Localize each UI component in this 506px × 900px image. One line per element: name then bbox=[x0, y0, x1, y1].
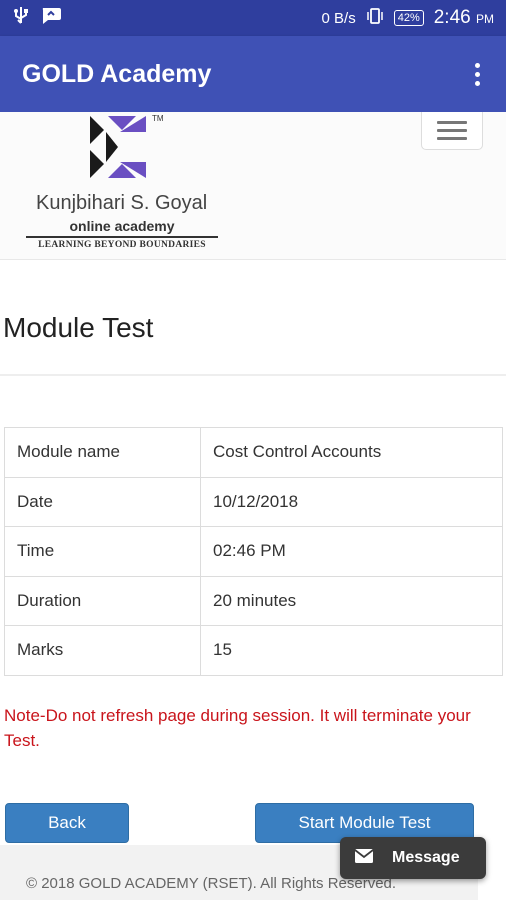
logo-subtitle: online academy bbox=[69, 218, 175, 234]
message-label: Message bbox=[392, 849, 460, 866]
row-value: 20 minutes bbox=[200, 575, 503, 626]
envelope-icon bbox=[354, 848, 374, 869]
academy-logo[interactable]: TM Kunjbihari S. Goyal online academy LE… bbox=[26, 112, 226, 254]
row-label: Time bbox=[4, 526, 201, 577]
logo-divider bbox=[26, 236, 218, 238]
module-details-table: Module name Cost Control Accounts Date 1… bbox=[4, 427, 503, 676]
battery-indicator: 42% bbox=[393, 10, 424, 26]
row-label: Marks bbox=[4, 625, 201, 676]
logo-mark: TM bbox=[88, 114, 164, 185]
clock: 2:46 PM bbox=[434, 7, 494, 29]
row-value: 15 bbox=[200, 625, 503, 676]
copyright-text: © 2018 GOLD ACADEMY (RSET). All Rights R… bbox=[26, 875, 397, 892]
notification-icons bbox=[12, 6, 62, 31]
logo-name: Kunjbihari S. Goyal bbox=[36, 192, 208, 214]
hamburger-menu-icon[interactable] bbox=[421, 112, 483, 150]
app-title: GOLD Academy bbox=[22, 59, 212, 88]
logo-tagline: LEARNING BEYOND BOUNDARIES bbox=[38, 240, 206, 250]
table-row: Time 02:46 PM bbox=[4, 526, 503, 577]
row-label: Duration bbox=[4, 575, 201, 626]
row-label: Module name bbox=[4, 427, 201, 478]
table-row: Date 10/12/2018 bbox=[4, 476, 503, 527]
chat-bubble-icon bbox=[40, 6, 62, 31]
page-title: Module Test bbox=[3, 312, 154, 343]
clock-time: 2:46 bbox=[433, 7, 471, 28]
clock-ampm: PM bbox=[476, 12, 494, 26]
more-options-icon[interactable] bbox=[471, 57, 484, 92]
row-value: Cost Control Accounts bbox=[200, 427, 503, 478]
usb-icon bbox=[12, 6, 30, 31]
row-value: 10/12/2018 bbox=[200, 476, 503, 527]
warning-note: Note-Do not refresh page during session.… bbox=[4, 706, 471, 750]
site-header: TM Kunjbihari S. Goyal online academy LE… bbox=[0, 112, 506, 260]
app-bar: GOLD Academy bbox=[0, 36, 506, 112]
table-row: Duration 20 minutes bbox=[4, 575, 503, 626]
title-divider bbox=[0, 374, 506, 376]
back-button[interactable]: Back bbox=[5, 803, 129, 843]
vibrate-icon bbox=[366, 7, 384, 29]
row-label: Date bbox=[4, 476, 201, 527]
status-bar: 0 B/s 42% 2:46 PM bbox=[0, 0, 506, 36]
table-row: Marks 15 bbox=[4, 625, 503, 676]
table-row: Module name Cost Control Accounts bbox=[4, 427, 503, 478]
trademark: TM bbox=[152, 114, 164, 123]
row-value: 02:46 PM bbox=[200, 526, 503, 577]
network-speed: 0 B/s bbox=[321, 9, 356, 27]
message-button[interactable]: Message bbox=[340, 837, 486, 879]
